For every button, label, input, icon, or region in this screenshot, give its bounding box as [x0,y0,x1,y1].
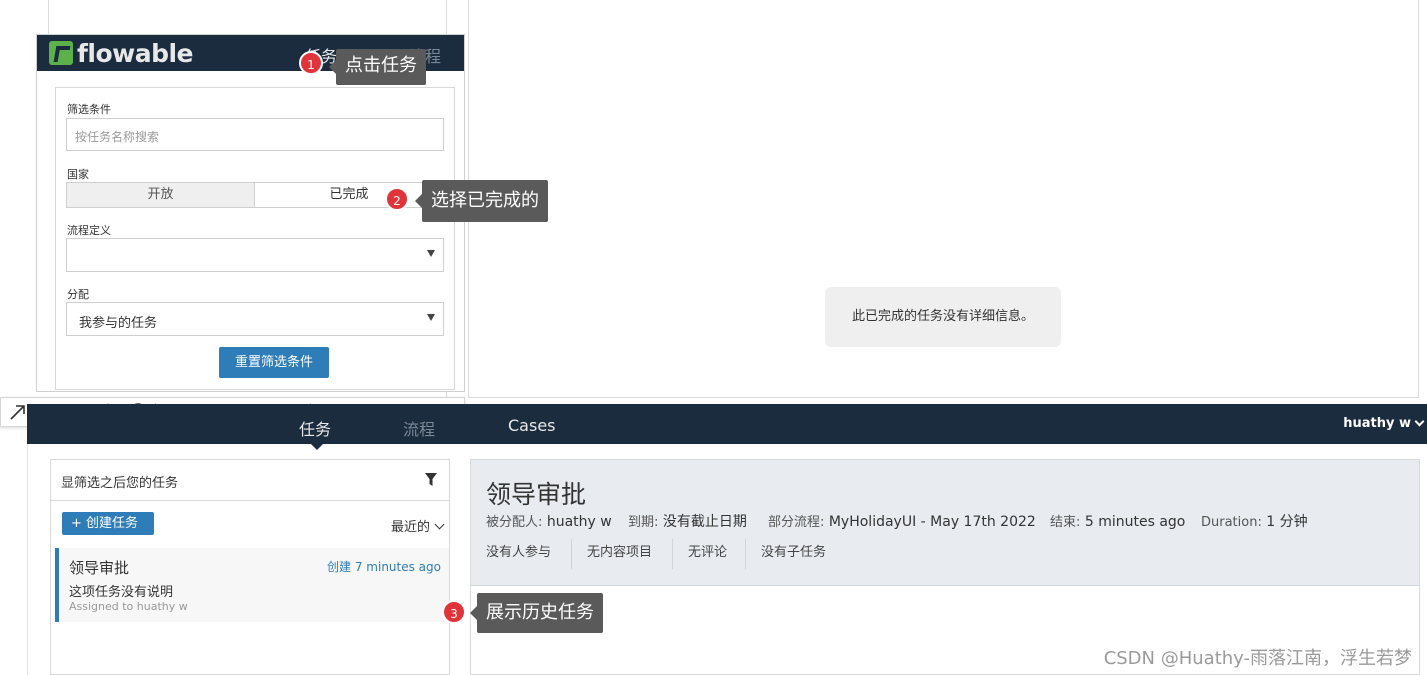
app-header: 任务 流程 Cases huathy w [27,404,1427,450]
task-description: 这项任务没有说明 [69,585,174,600]
tab-people[interactable]: 没有人参与 [471,546,566,576]
task-detail-header: 领导审批 被分配人: huathy w 到期: 没有截止日期 部分流程: MyH… [471,460,1419,586]
filter-icon[interactable] [425,473,437,487]
assignee-field: 被分配人: huathy w [486,511,612,530]
watermark: CSDN @Huathy-雨落江南，浮生若梦 [1103,648,1412,669]
task-list-header: 显筛选之后您的任务 [51,460,449,501]
tab-processes[interactable]: 流程 [403,416,435,440]
task-created: 创建 7 minutes ago [327,560,441,574]
callout-number: 2 [385,187,409,211]
reset-filter-button[interactable]: 重置筛选条件 [219,347,329,378]
sort-dropdown[interactable]: 最近的 [390,516,445,535]
duration-label: Duration: [1201,515,1262,530]
state-label: 国家 [67,168,89,181]
callout-label: 展示历史任务 [470,593,603,633]
due-label: 到期: [628,515,659,530]
process-field: 部分流程: MyHolidayUI - May 17th 2022 [768,511,1036,530]
frame-divider [27,444,28,675]
assignee-label: 被分配人: [486,515,543,530]
process-definition-label: 流程定义 [67,224,111,237]
dropdown-caret-icon [427,314,435,321]
task-title: 领导审批 [69,559,130,577]
search-input[interactable]: 按任务名称搜索 [66,118,444,151]
list-item[interactable]: 领导审批 创建 7 minutes ago 这项任务没有说明 Assigned … [55,548,449,622]
active-tab-indicator [311,444,323,450]
frame-divider [48,0,49,36]
task-assignee: Assigned to huathy w [69,600,188,613]
empty-detail-message: 此已完成的任务没有详细信息。 [825,287,1061,347]
assignment-select[interactable]: 我参与的任务 [66,302,444,336]
assignment-value: 我参与的任务 [79,316,158,331]
task-list-title: 显筛选之后您的任务 [61,476,179,491]
ended-value: 5 minutes ago [1084,514,1186,530]
user-menu[interactable]: huathy w [1343,416,1425,431]
sort-label: 最近的 [390,520,430,535]
flowable-logo[interactable]: flowable [49,38,194,68]
due-field: 到期: 没有截止日期 [628,511,747,531]
process-definition-select[interactable] [66,238,444,272]
tab-cases[interactable]: Cases [508,416,556,435]
duration-field: Duration: 1 分钟 [1201,511,1308,531]
filter-label: 筛选条件 [67,103,111,116]
callout-number: 3 [442,600,466,624]
frame-divider [1418,0,1419,398]
task-detail-title: 领导审批 [486,480,587,509]
user-name: huathy w [1343,416,1411,431]
assignment-label: 分配 [67,288,89,301]
dropdown-caret-icon [427,250,435,257]
flowable-logo-icon [49,41,73,65]
ended-field: 结束: 5 minutes ago [1050,511,1185,530]
chevron-down-icon [1414,416,1425,427]
task-detail-panel: 领导审批 被分配人: huathy w 到期: 没有截止日期 部分流程: MyH… [470,459,1420,675]
tab-tasks[interactable]: 任务 [299,416,331,440]
task-list-panel: 显筛选之后您的任务 + 创建任务 最近的 领导审批 创建 7 minutes a… [50,459,450,675]
create-task-button[interactable]: + 创建任务 [62,512,154,535]
duration-value: 1 分钟 [1266,514,1308,530]
assignee-value[interactable]: huathy w [547,514,612,530]
callout-label: 点击任务 [329,49,426,85]
callout-label: 选择已完成的 [415,180,548,222]
tab-subtasks[interactable]: 没有子任务 [746,546,841,576]
filter-form: 筛选条件 按任务名称搜索 国家 开放 已完成 流程定义 分配 我参与的任务 重置… [55,87,455,390]
process-value[interactable]: MyHolidayUI - May 17th 2022 [829,514,1036,530]
due-value[interactable]: 没有截止日期 [663,514,747,530]
state-open-toggle[interactable]: 开放 [66,182,255,208]
task-filter-panel: flowable 任务 流程 筛选条件 按任务名称搜索 国家 开放 已完成 流程… [36,34,465,392]
chevron-down-icon [434,519,445,530]
callout-number: 1 [299,51,323,75]
frame-divider [468,397,1419,398]
tab-content[interactable]: 无内容项目 [572,546,667,576]
ended-label: 结束: [1050,515,1081,530]
tab-comments[interactable]: 无评论 [673,546,742,576]
process-label: 部分流程: [768,515,825,530]
